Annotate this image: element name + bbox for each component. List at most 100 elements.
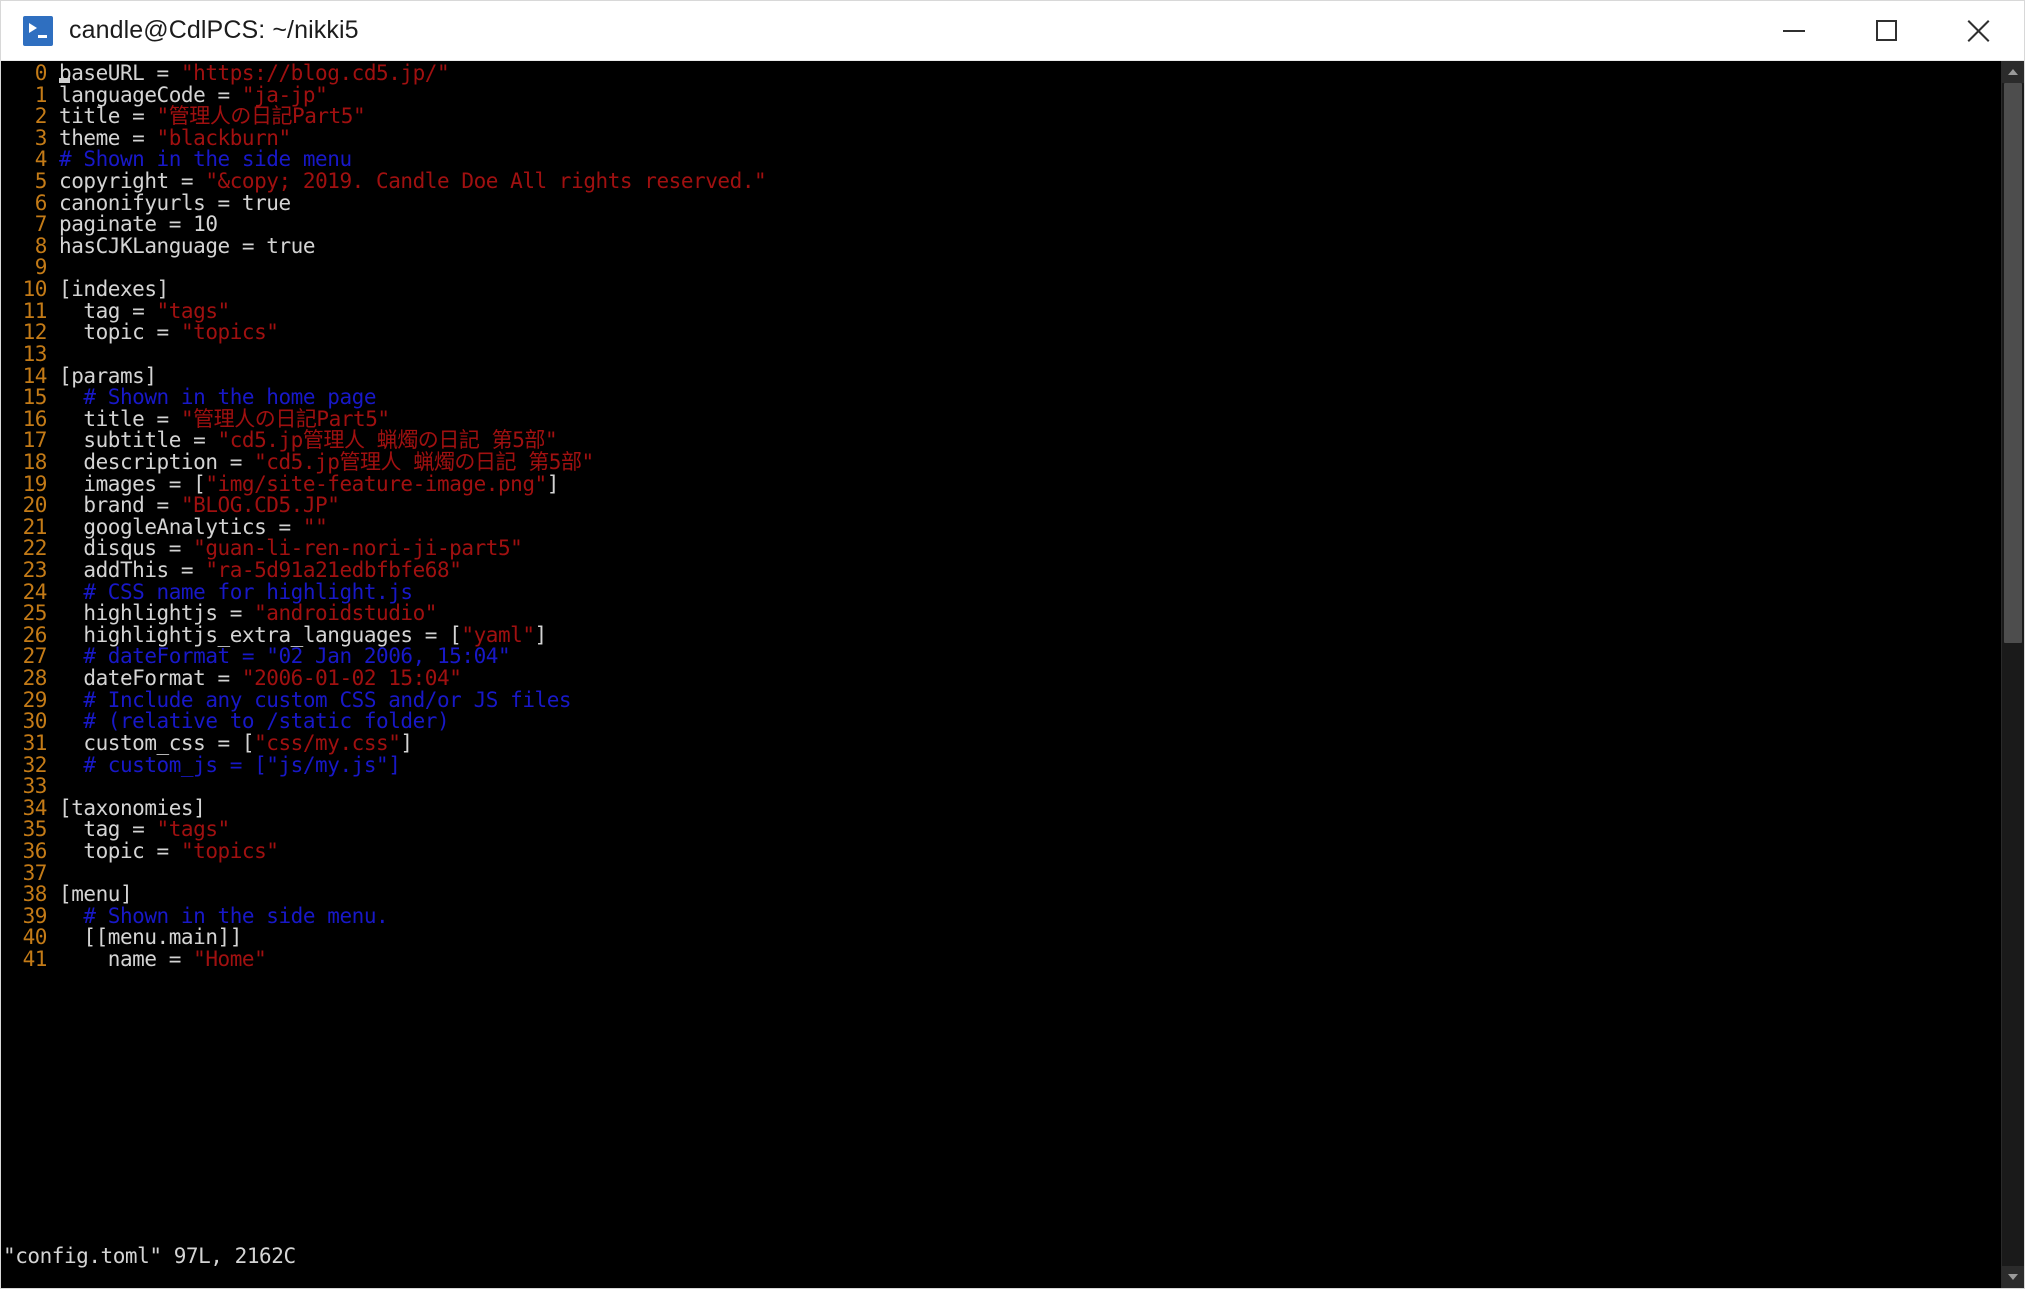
line-number: 2: [34, 104, 48, 129]
code-line: 2 title = "管理人の日記Part5": [1, 104, 2001, 129]
line-number: 40: [22, 925, 48, 950]
code-line: 10 [indexes]: [1, 277, 2001, 302]
line-number: 30: [22, 709, 48, 734]
code-line: 4 # Shown in the side menu: [1, 149, 2001, 171]
code-token-string: "topics": [180, 838, 279, 863]
code-line: 36 topic = "topics": [1, 838, 2001, 863]
scrollbar-track[interactable]: [2002, 83, 2024, 1266]
code-line: 32 # custom_js = ["js/my.js"]: [1, 754, 2001, 777]
scroll-up-button[interactable]: [2002, 61, 2024, 83]
code-token-plain: ]: [534, 622, 548, 647]
code-line: 35 tag = "tags": [1, 819, 2001, 841]
scrollbar-thumb[interactable]: [2004, 83, 2022, 643]
code-token-plain: images = [: [59, 471, 206, 496]
powershell-icon: [23, 15, 53, 46]
line-number: 19: [22, 471, 48, 496]
line-number: 10: [22, 277, 48, 302]
line-number: 24: [22, 579, 48, 604]
line-number: 23: [22, 558, 48, 583]
scroll-down-button[interactable]: [2002, 1266, 2024, 1288]
code-token-string: "tags": [156, 817, 231, 842]
title-bar[interactable]: candle@CdlPCS: ~/nikki5: [1, 1, 2024, 61]
code-line: 30 # (relative to /static folder): [1, 709, 2001, 734]
line-number: 36: [22, 838, 48, 863]
minimize-icon: [1783, 29, 1805, 32]
maximize-icon: [1875, 20, 1897, 41]
code-token-plain: brand =: [59, 493, 181, 518]
code-token-plain: custom_css = [: [59, 730, 255, 755]
line-number: 5: [34, 169, 48, 194]
code-token-string: "https://blog.cd5.jp/": [180, 61, 450, 85]
code-token-comment: # CSS name for highlight.js: [59, 579, 413, 604]
close-button[interactable]: [1932, 1, 2024, 60]
code-token-plain: [indexes]: [59, 277, 169, 302]
code-token-plain: [params]: [59, 363, 157, 388]
code-line: 0 baseURL = "https://blog.cd5.jp/": [1, 61, 2001, 85]
line-number: 1: [34, 82, 48, 107]
terminal-area[interactable]: 0 baseURL = "https://blog.cd5.jp/" 1 langua…: [1, 61, 2024, 1288]
code-line: 31 custom_css = ["css/my.css"]: [1, 730, 2001, 755]
text-cursor: [59, 78, 70, 83]
code-line: 33: [1, 774, 2001, 799]
line-number: 13: [22, 341, 48, 366]
code-token-string: "androidstudio": [254, 601, 437, 626]
code-token-plain: highlightjs_extra_languages = [: [59, 622, 462, 647]
line-number: 7: [34, 212, 48, 237]
code-token-string: "img/site-feature-image.png": [205, 471, 547, 496]
code-token-string: "guan-li-ren-nori-ji-part5": [193, 536, 523, 561]
code-token-string: "cd5.jp管理人 蝋燭の日記 第5部": [217, 428, 558, 453]
code-token-comment: # Shown in the side menu.: [59, 903, 389, 928]
code-token-string: "管理人の日記Part5": [156, 104, 366, 129]
code-token-string: "topics": [180, 320, 279, 345]
code-line: 26 highlightjs_extra_languages = ["yaml"…: [1, 622, 2001, 647]
code-line-list: 0 baseURL = "https://blog.cd5.jp/" 1 langua…: [1, 61, 2001, 971]
code-token-plain: languageCode =: [59, 82, 242, 107]
code-line: 9: [1, 257, 2001, 279]
code-line: 28 dateFormat = "2006-01-02 15:04": [1, 666, 2001, 691]
code-line: 39 # Shown in the side menu.: [1, 903, 2001, 928]
code-token-plain: hasCJKLanguage = true: [59, 233, 316, 258]
terminal-window: candle@CdlPCS: ~/nikki5 0 baseURL = "htt…: [0, 0, 2025, 1289]
minimize-button[interactable]: [1748, 1, 1840, 60]
code-line: 1 languageCode = "ja-jp": [1, 82, 2001, 107]
vim-editor-buffer[interactable]: 0 baseURL = "https://blog.cd5.jp/" 1 langua…: [1, 61, 2001, 1288]
code-token-string: "管理人の日記Part5": [180, 406, 390, 431]
code-token-string: "cd5.jp管理人 蝋燭の日記 第5部": [254, 449, 594, 474]
code-line: 22 disqus = "guan-li-ren-nori-ji-part5": [1, 538, 2001, 560]
line-number: 4: [34, 147, 48, 172]
code-token-plain: tag =: [59, 817, 157, 842]
line-number: 8: [34, 233, 48, 258]
code-token-plain: highlightjs =: [59, 601, 255, 626]
close-icon: [1965, 18, 1991, 44]
code-line: 15 # Shown in the home page: [1, 385, 2001, 410]
code-token-string: "tags": [156, 298, 231, 323]
code-token-comment: # Shown in the home page: [59, 385, 377, 410]
code-line: 19 images = ["img/site-feature-image.png…: [1, 471, 2001, 496]
vim-status-line: "config.toml" 97L, 2162C: [3, 1244, 296, 1268]
line-number: 9: [34, 255, 48, 280]
code-token-comment: # Include any custom CSS and/or JS files: [59, 687, 572, 712]
code-token-plain: title =: [59, 104, 157, 129]
code-token-plain: theme =: [59, 125, 157, 150]
scroll-down-arrow-icon: [2008, 1274, 2018, 1280]
code-token-string: "blackburn": [156, 125, 292, 150]
line-number: 28: [22, 666, 48, 691]
line-number: 26: [22, 622, 48, 647]
maximize-button[interactable]: [1840, 1, 1932, 60]
code-token-plain: topic =: [59, 838, 181, 863]
line-number: 3: [34, 125, 48, 150]
code-token-comment: # Shown in the side menu: [59, 147, 352, 172]
line-number: 37: [22, 860, 48, 885]
scroll-up-arrow-icon: [2008, 69, 2018, 75]
code-line: 38 [menu]: [1, 883, 2001, 906]
line-number: 33: [22, 774, 48, 799]
code-token-plain: subtitle =: [59, 428, 218, 453]
vertical-scrollbar[interactable]: [2001, 61, 2024, 1288]
code-token-plain: topic =: [59, 320, 181, 345]
code-token-plain: ]: [546, 471, 560, 496]
code-line: 18 description = "cd5.jp管理人 蝋燭の日記 第5部": [1, 449, 2001, 474]
code-line: 20 brand = "BLOG.CD5.JP": [1, 493, 2001, 518]
code-token-plain: paginate = 10: [59, 212, 218, 237]
code-token-plain: [[menu.main]]: [59, 925, 242, 950]
code-token-plain: canonifyurls = true: [59, 190, 291, 215]
